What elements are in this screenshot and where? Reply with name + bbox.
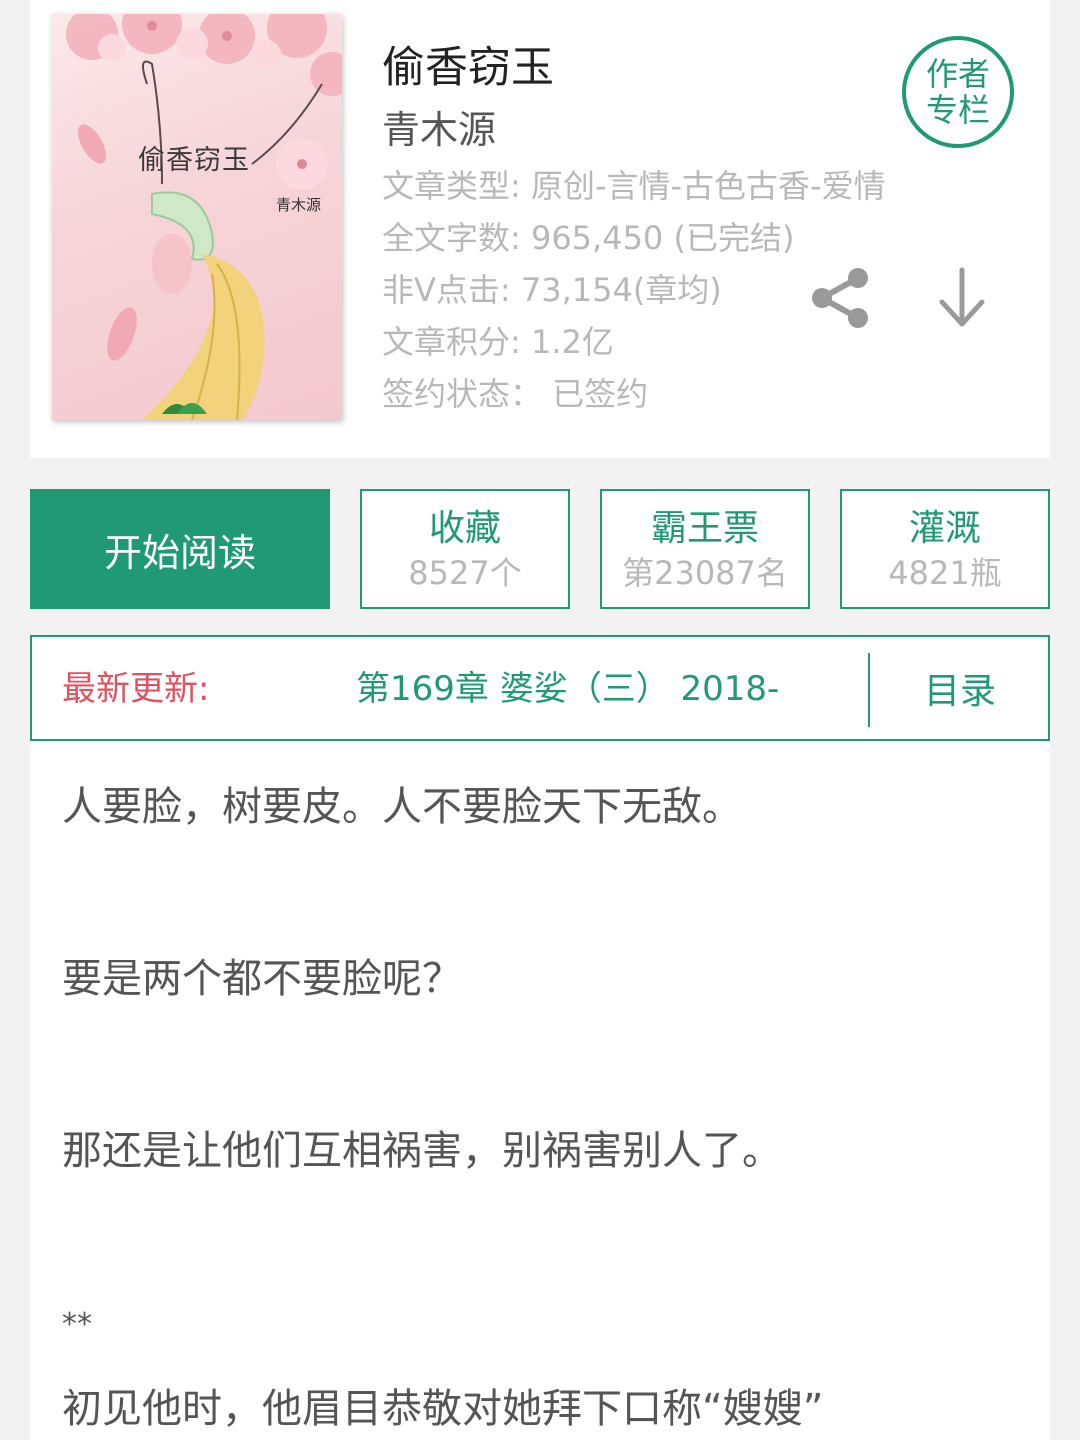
book-cover[interactable]: 偷香窃玉 青木源 (52, 14, 342, 420)
overlord-ticket-label: 霸王票 (650, 508, 759, 549)
nutrient-button[interactable]: 灌溉 4821瓶 (840, 489, 1050, 609)
meta-word-count: 全文字数: 965,450 (已完结) (382, 219, 795, 257)
meta-clicks: 非V点击: 73,154(章均) (382, 271, 722, 309)
cover-author: 青木源 (276, 196, 322, 214)
latest-update-label: 最新更新: (62, 669, 210, 709)
latest-chapter-text: 第169章 婆娑（三） 2018- (356, 669, 780, 709)
nutrient-count: 4821瓶 (888, 554, 1002, 592)
share-icon[interactable] (808, 266, 872, 330)
meta-score: 文章积分: 1.2亿 (382, 323, 614, 361)
overlord-ticket-button[interactable]: 霸王票 第23087名 (600, 489, 810, 609)
synopsis-line: 人要脸，树要皮。人不要脸天下无敌。 (62, 784, 742, 830)
favorite-count: 8527个 (408, 554, 522, 592)
cover-title: 偷香窃玉 (138, 145, 250, 176)
download-icon[interactable] (934, 266, 990, 330)
favorite-button[interactable]: 收藏 8527个 (360, 489, 570, 609)
book-detail-page: 偷香窃玉 青木源 偷香窃玉 青木源 文章类型: 原创-言情-古色古香-爱情 全文… (0, 0, 1080, 1440)
favorite-label: 收藏 (428, 508, 501, 549)
synopsis-line: 初见他时，他眉目恭敬对她拜下口称“嫂嫂” (62, 1386, 824, 1432)
table-of-contents-button[interactable]: 目录 (870, 637, 1050, 739)
meta-contract: 签约状态： 已签约 (382, 375, 649, 413)
synopsis: 人要脸，树要皮。人不要脸天下无敌。 要是两个都不要脸呢？ 那还是让他们互相祸害，… (30, 741, 1050, 1440)
cover-illustration (66, 14, 342, 420)
book-title: 偷香窃玉 (382, 43, 554, 93)
synopsis-separator: ** (62, 1307, 92, 1342)
overlord-ticket-rank: 第23087名 (622, 554, 788, 592)
latest-update-bar: 最新更新: 第169章 婆娑（三） 2018- 目录 (30, 635, 1050, 741)
synopsis-line: 那还是让他们互相祸害，别祸害别人了。 (62, 1128, 782, 1174)
start-reading-button[interactable]: 开始阅读 (30, 489, 330, 609)
author-column-button[interactable]: 作者专栏 (902, 36, 1014, 148)
nutrient-label: 灌溉 (908, 508, 981, 549)
latest-chapter-link[interactable]: 第169章 婆娑（三） 2018- (356, 665, 844, 713)
book-author[interactable]: 青木源 (382, 104, 496, 156)
synopsis-line: 要是两个都不要脸呢？ (62, 956, 462, 1002)
book-info-card: 偷香窃玉 青木源 偷香窃玉 青木源 文章类型: 原创-言情-古色古香-爱情 全文… (30, 0, 1050, 458)
meta-type: 文章类型: 原创-言情-古色古香-爱情 (382, 167, 886, 205)
